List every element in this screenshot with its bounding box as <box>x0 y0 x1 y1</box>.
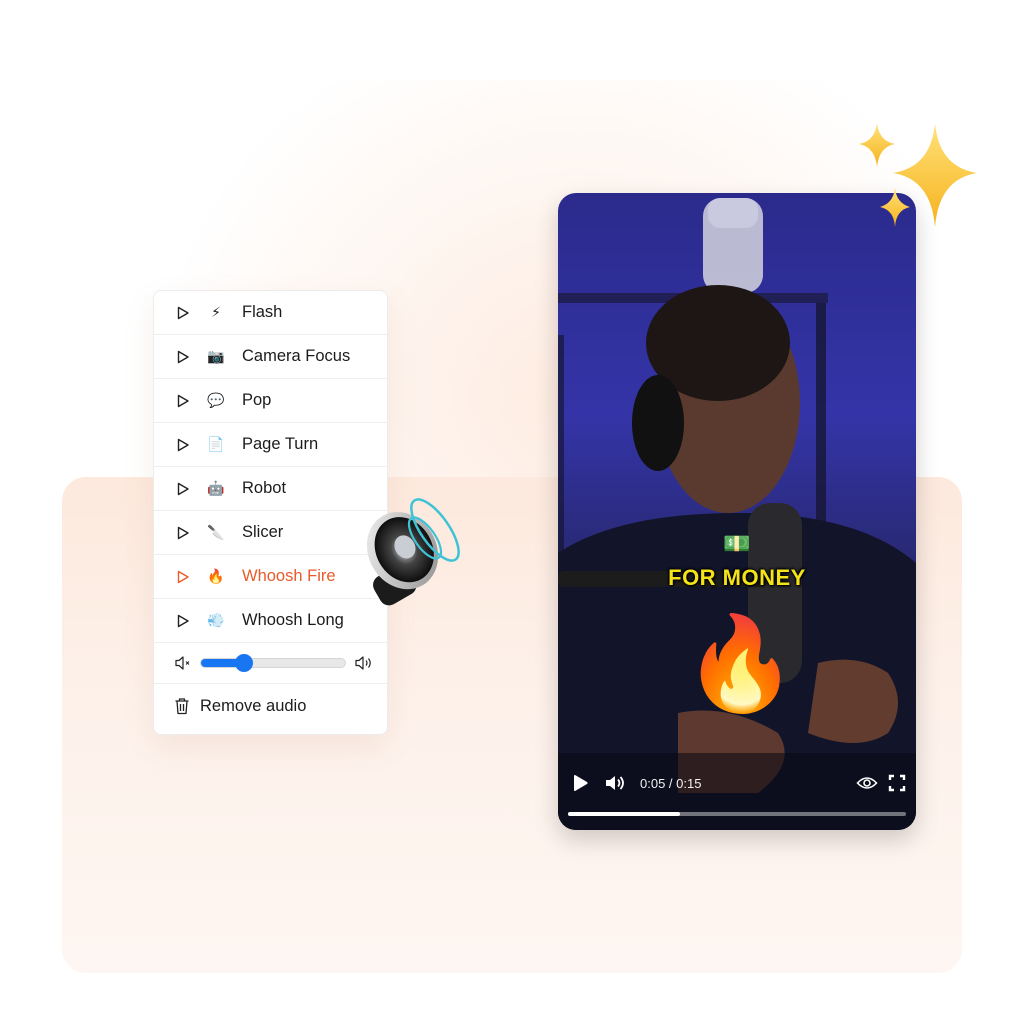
sound-item-label: Pop <box>242 391 272 409</box>
camera-icon: 📷 <box>207 348 225 364</box>
fullscreen-icon[interactable] <box>888 774 906 792</box>
fire-sticker: 🔥 <box>683 613 798 715</box>
video-controls: 0:05 / 0:15 <box>570 771 906 795</box>
video-player[interactable]: 💵 FOR MONEY 🔥 0:05 / 0:15 <box>558 193 916 830</box>
sound-item-label: Robot <box>242 479 287 497</box>
volume-control <box>154 643 387 684</box>
video-progress-fill <box>568 812 680 816</box>
play-icon[interactable] <box>570 773 590 793</box>
play-preview-icon[interactable] <box>176 482 190 496</box>
sound-item-label: Whoosh Fire <box>242 567 336 585</box>
play-preview-icon[interactable] <box>176 394 190 408</box>
sound-item-camera-focus[interactable]: 📷 Camera Focus <box>154 335 387 379</box>
play-preview-icon[interactable] <box>176 526 190 540</box>
volume-slider-thumb[interactable] <box>235 654 254 672</box>
video-time: 0:05 / 0:15 <box>640 775 702 791</box>
play-preview-icon[interactable] <box>176 614 190 628</box>
fire-icon: 🔥 <box>207 568 225 584</box>
sound-item-pop[interactable]: 💬 Pop <box>154 379 387 423</box>
sound-item-label: Slicer <box>242 523 284 541</box>
sound-item-label: Page Turn <box>242 435 319 453</box>
robot-icon: 🤖 <box>207 480 225 496</box>
volume-max-icon[interactable] <box>354 655 374 671</box>
remove-audio-label: Remove audio <box>200 696 307 715</box>
eye-icon[interactable] <box>856 775 878 791</box>
sound-item-label: Camera Focus <box>242 347 351 365</box>
video-progress-bar[interactable] <box>568 812 906 816</box>
video-frame <box>558 198 916 830</box>
volume-slider[interactable] <box>200 654 346 672</box>
video-caption: FOR MONEY <box>668 565 806 590</box>
volume-icon[interactable] <box>604 773 626 793</box>
sound-item-page-turn[interactable]: 📄 Page Turn <box>154 423 387 467</box>
play-preview-icon[interactable] <box>176 306 190 320</box>
dash-icon: 💨 <box>207 612 225 628</box>
play-preview-icon[interactable] <box>176 570 190 584</box>
remove-audio-button[interactable]: Remove audio <box>154 684 387 728</box>
trash-icon <box>175 698 189 715</box>
play-preview-icon[interactable] <box>176 350 190 364</box>
money-emoji: 💵 <box>723 531 751 556</box>
sound-item-label: Flash <box>242 303 283 321</box>
sound-item-flash[interactable]: ⚡ Flash <box>154 291 387 335</box>
lightning-icon: ⚡ <box>211 304 221 320</box>
sound-item-label: Whoosh Long <box>242 611 344 629</box>
play-preview-icon[interactable] <box>176 438 190 452</box>
page-icon: 📄 <box>207 436 225 452</box>
speaker-icon <box>366 498 460 606</box>
mute-icon[interactable] <box>174 655 192 671</box>
sparkles-icon <box>859 123 977 227</box>
speech-bubble-icon: 💬 <box>207 392 225 408</box>
knife-icon: 🔪 <box>207 524 225 540</box>
